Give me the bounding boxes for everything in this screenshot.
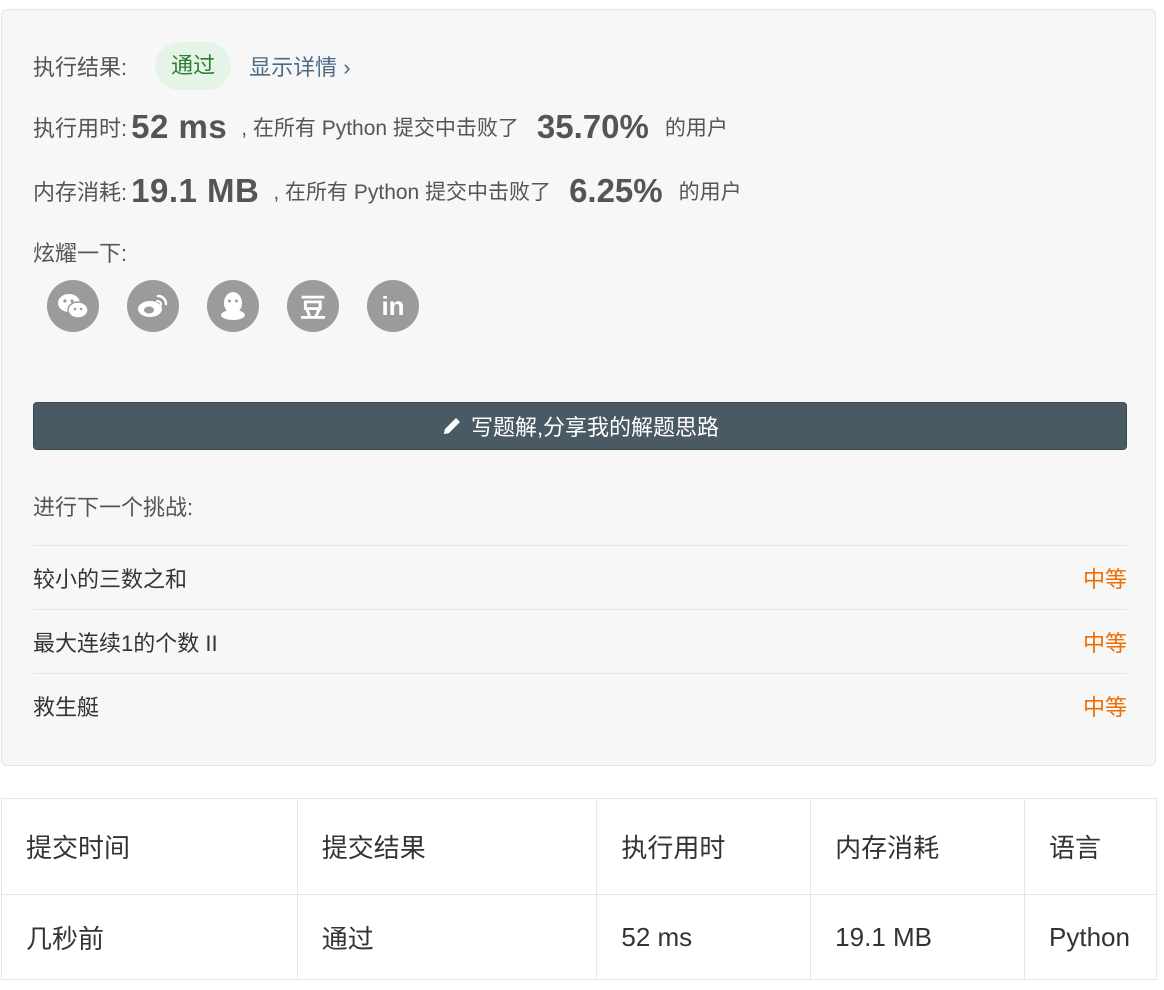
table-header-row: 提交时间 提交结果 执行用时 内存消耗 语言 — [1, 798, 1157, 895]
column-header: 提交时间 — [1, 798, 298, 895]
write-solution-label: 写题解,分享我的解题思路 — [470, 415, 720, 440]
share-row: 炫耀一下: — [33, 236, 127, 268]
runtime-value: 52 ms — [131, 108, 228, 145]
submission-memory: 19.1 MB — [810, 894, 1025, 980]
runtime-middle-text: , 在所有 Python 提交中击败了 — [241, 117, 519, 140]
runtime-label: 执行用时: — [33, 116, 128, 141]
difficulty-badge: 中等 — [1082, 694, 1127, 720]
submission-time: 几秒前 — [1, 894, 298, 980]
weibo-icon[interactable] — [127, 280, 179, 332]
write-solution-button[interactable]: 写题解,分享我的解题思路 — [33, 402, 1127, 450]
result-row: 执行结果: 通过 显示详情 › — [33, 42, 351, 90]
challenge-name[interactable]: 救生艇 — [33, 690, 99, 722]
memory-suffix: 的用户 — [678, 181, 742, 204]
result-label: 执行结果: — [33, 55, 128, 80]
column-header: 执行用时 — [596, 798, 812, 895]
list-item[interactable]: 救生艇 中等 — [33, 673, 1127, 737]
status-badge: 通过 — [155, 42, 232, 90]
show-details-link[interactable]: 显示详情 › — [249, 50, 350, 82]
memory-value: 19.1 MB — [131, 172, 260, 209]
column-header: 内存消耗 — [810, 798, 1025, 895]
linkedin-icon[interactable]: in — [367, 280, 419, 332]
memory-middle-text: , 在所有 Python 提交中击败了 — [273, 181, 552, 204]
next-challenge-title: 进行下一个挑战: — [33, 495, 194, 520]
submission-runtime: 52 ms — [596, 894, 812, 980]
list-item[interactable]: 最大连续1的个数 II 中等 — [33, 609, 1127, 673]
wechat-icon[interactable] — [47, 280, 99, 332]
memory-row: 内存消耗: 19.1 MB , 在所有 Python 提交中击败了 6.25% … — [33, 172, 742, 210]
runtime-percent: 35.70% — [536, 108, 649, 145]
runtime-row: 执行用时: 52 ms , 在所有 Python 提交中击败了 35.70% 的… — [33, 108, 728, 146]
list-item[interactable]: 较小的三数之和 中等 — [33, 545, 1127, 609]
qq-icon[interactable] — [207, 280, 259, 332]
difficulty-badge: 中等 — [1082, 566, 1127, 592]
result-panel: 执行结果: 通过 显示详情 › 执行用时: 52 ms , 在所有 Python… — [1, 9, 1156, 766]
challenge-list: 较小的三数之和 中等 最大连续1的个数 II 中等 救生艇 中等 — [33, 545, 1127, 737]
douban-icon[interactable]: 豆 — [287, 280, 339, 332]
memory-percent: 6.25% — [569, 172, 663, 209]
submission-result-link[interactable]: 通过 — [296, 894, 598, 980]
challenge-name[interactable]: 最大连续1的个数 II — [33, 626, 218, 658]
share-label: 炫耀一下: — [33, 241, 128, 266]
submission-language: Python — [1024, 894, 1157, 980]
table-row: 几秒前 通过 52 ms 19.1 MB Python — [1, 894, 1157, 980]
challenge-name[interactable]: 较小的三数之和 — [33, 562, 187, 594]
column-header: 语言 — [1024, 798, 1157, 895]
submissions-table: 提交时间 提交结果 执行用时 内存消耗 语言 几秒前 通过 52 ms 19.1… — [1, 798, 1157, 980]
difficulty-badge: 中等 — [1082, 630, 1127, 656]
runtime-suffix: 的用户 — [664, 117, 728, 140]
memory-label: 内存消耗: — [33, 180, 128, 205]
share-buttons: 豆 in — [47, 280, 419, 332]
pencil-icon — [443, 418, 460, 434]
column-header: 提交结果 — [296, 798, 598, 895]
